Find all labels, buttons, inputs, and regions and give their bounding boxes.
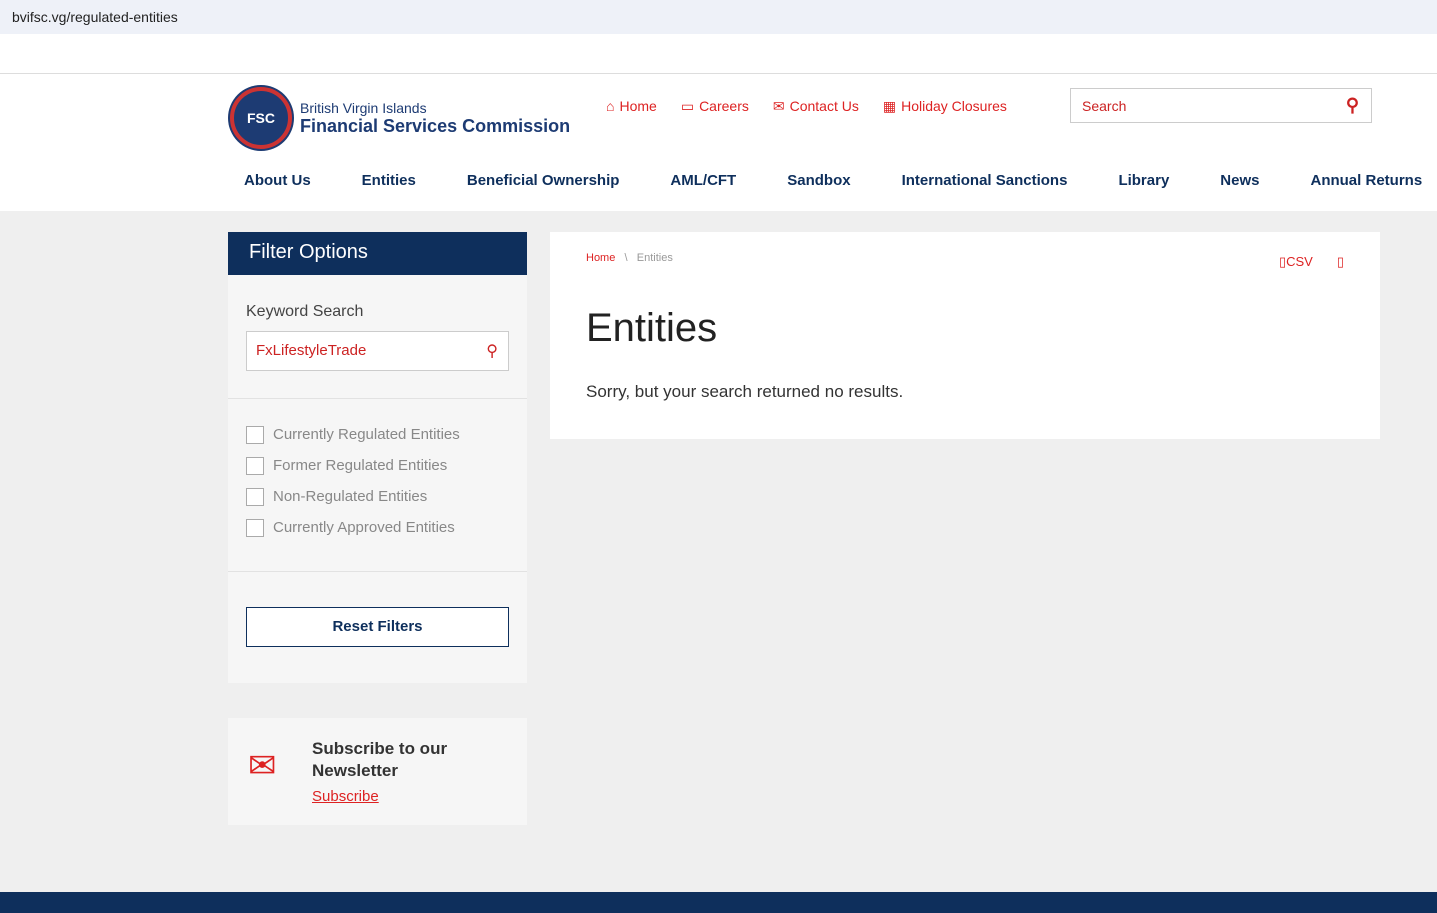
checkbox-currently-regulated[interactable]: Currently Regulated Entities [246,419,509,450]
url-bar[interactable]: bvifsc.vg/regulated-entities [0,0,1437,34]
nav-news[interactable]: News [1220,172,1259,189]
checkbox-label: Former Regulated Entities [273,457,448,474]
nav-entities[interactable]: Entities [362,172,416,189]
checkbox-label: Non-Regulated Entities [273,488,428,505]
checkbox-label: Currently Regulated Entities [273,426,460,443]
toplink-careers[interactable]: ▭ Careers [681,98,749,115]
checkbox[interactable] [246,456,264,475]
print-icon[interactable]: ▯ [1337,254,1344,270]
site-header: FSC British Virgin Islands Financial Serv… [0,74,1437,211]
nav-library[interactable]: Library [1118,172,1169,189]
keyword-value: FxLifestyleTrade [256,342,367,359]
breadcrumb: Home \ Entities [586,252,673,264]
nav-aml-cft[interactable]: AML/CFT [670,172,736,189]
logo-line1: British Virgin Islands [300,99,427,116]
toplink-home[interactable]: ⌂ Home [606,98,657,115]
breadcrumb-separator: \ [624,252,628,264]
no-results-message: Sorry, but your search returned no resul… [586,382,904,401]
checkbox-label: Currently Approved Entities [273,519,455,536]
checkbox-currently-approved[interactable]: Currently Approved Entities [246,512,509,543]
logo-line2: Financial Services Commission [300,115,571,136]
keyword-input[interactable]: FxLifestyleTrade ⚲ [246,331,509,371]
fsc-seal: FSC [230,87,292,149]
nav-annual-returns[interactable]: Annual Returns [1310,172,1422,189]
toplink-holiday[interactable]: ▦ Holiday Closures [883,98,1007,115]
checkbox[interactable] [246,518,264,537]
filter-panel: Filter Options Keyword Search FxLifestyl… [228,232,527,683]
checkbox[interactable] [246,425,264,444]
home-icon: ⌂ [606,98,615,114]
toplink-label: Home [619,98,657,114]
search-placeholder: Search [1082,98,1127,114]
nav-sandbox[interactable]: Sandbox [787,172,850,189]
toplink-label: Contact Us [789,98,859,114]
checkbox-former-regulated[interactable]: Former Regulated Entities [246,450,509,481]
results-panel: Home \ Entities ▯CSV ▯ Entities Sorry, bu… [550,232,1380,439]
toplink-contact[interactable]: ✉ Contact Us [773,98,859,115]
keyword-label: Keyword Search [246,303,364,320]
checkbox-non-regulated[interactable]: Non-Regulated Entities [246,481,509,512]
envelope-check-icon: ✉ [248,747,277,785]
search-icon[interactable]: ⚲ [486,341,498,361]
reset-filters-button[interactable]: Reset Filters [246,607,509,647]
toplink-label: Holiday Closures [901,98,1007,114]
spacer [0,34,1437,74]
filter-title: Filter Options [228,232,527,275]
subscribe-link[interactable]: Subscribe [312,788,527,805]
briefcase-icon: ▭ [680,98,695,114]
footer [0,892,1437,913]
newsletter-title: Subscribe to our Newsletter [312,739,448,780]
csv-label: CSV [1286,254,1313,269]
checkbox[interactable] [246,487,264,506]
calendar-icon: ▦ [882,98,897,114]
search-icon[interactable]: ⚲ [1346,95,1359,116]
logo[interactable]: FSC British Virgin Islands Financial Serv… [230,87,570,149]
envelope-icon: ✉ [772,98,785,114]
newsletter-box: ✉ Subscribe to our Newsletter Subscribe [228,718,527,825]
breadcrumb-current: Entities [636,252,673,264]
page-title: Entities [586,306,718,350]
toplink-label: Careers [699,98,749,114]
nav-about-us[interactable]: About Us [244,172,311,189]
nav-beneficial-ownership[interactable]: Beneficial Ownership [467,172,620,189]
csv-export-button[interactable]: ▯CSV [1279,254,1313,270]
nav-international-sanctions[interactable]: International Sanctions [902,172,1068,189]
main-nav: About Us Entities Beneficial Ownership A… [244,172,1422,189]
search-input[interactable]: Search ⚲ [1070,88,1372,123]
breadcrumb-home[interactable]: Home [586,252,615,264]
